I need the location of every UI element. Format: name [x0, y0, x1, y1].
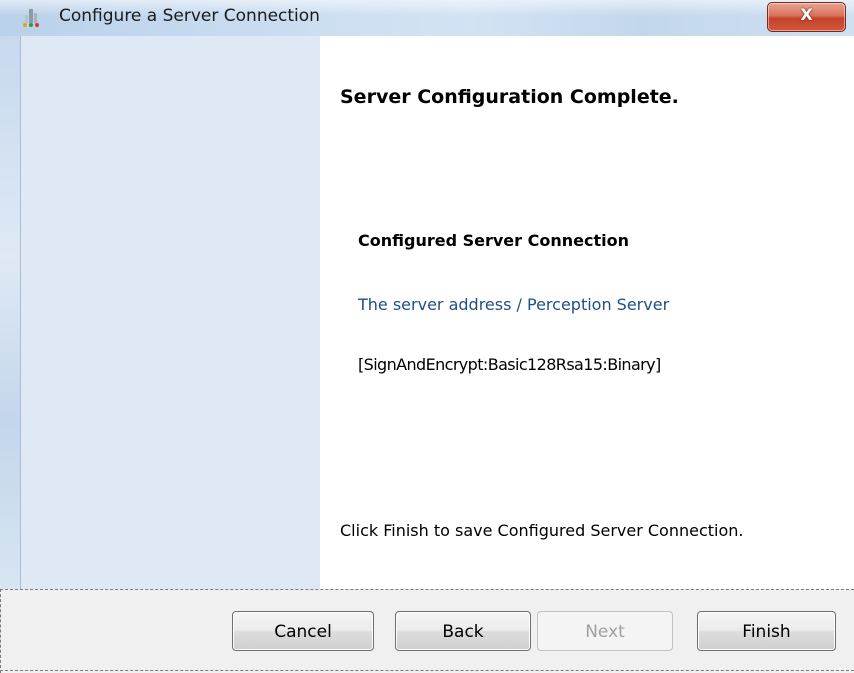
page-heading: Server Configuration Complete.	[340, 86, 679, 108]
close-icon: X	[800, 5, 813, 24]
close-button[interactable]: X	[767, 2, 846, 32]
footer-border-bottom	[0, 670, 854, 671]
finish-instruction: Click Finish to save Configured Server C…	[340, 521, 744, 540]
window-title: Configure a Server Connection	[59, 6, 320, 26]
cancel-button[interactable]: Cancel	[232, 611, 374, 651]
security-policy-text: [SignAndEncrypt:Basic128Rsa15:Binary]	[358, 355, 661, 374]
section-title: Configured Server Connection	[358, 231, 629, 250]
window-frame-left	[0, 36, 21, 589]
footer-border-left	[0, 589, 1, 673]
side-panel	[21, 36, 320, 589]
server-address-text: The server address / Perception Server	[358, 295, 670, 314]
back-button[interactable]: Back	[395, 611, 531, 651]
next-button[interactable]: Next	[537, 611, 673, 651]
title-bar[interactable]: Configure a Server Connection X	[0, 0, 854, 37]
app-icon	[23, 9, 39, 27]
finish-button[interactable]: Finish	[697, 611, 836, 651]
wizard-window: Configure a Server Connection X Server C…	[0, 0, 854, 673]
